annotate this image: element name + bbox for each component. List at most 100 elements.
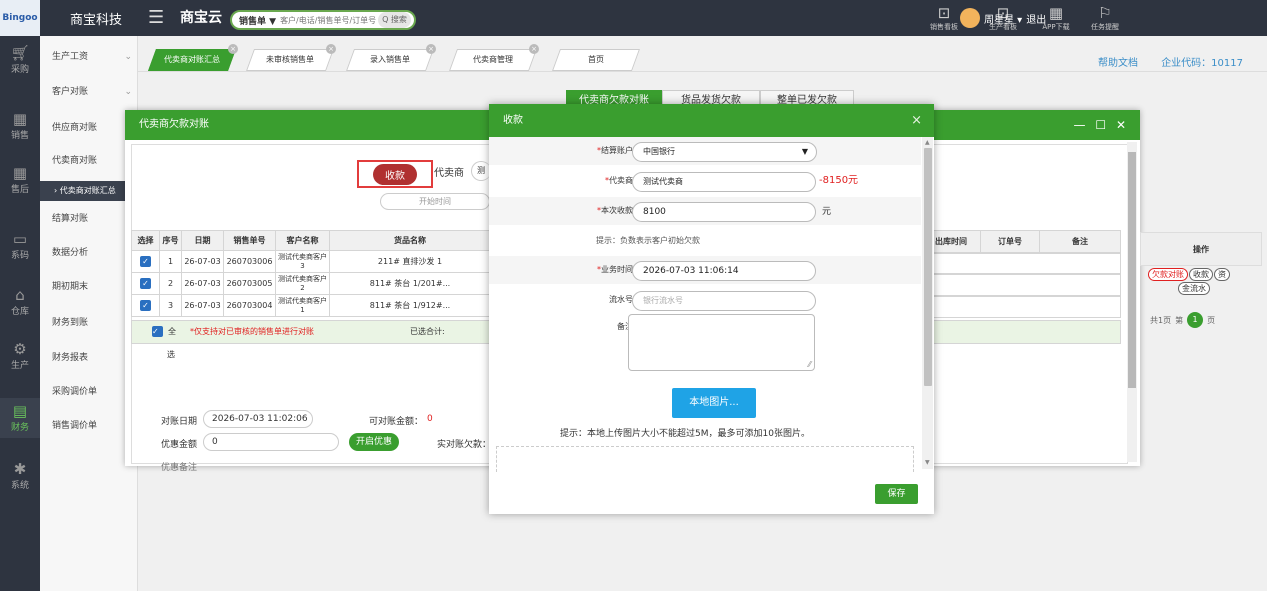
help-docs-link[interactable]: 帮助文档 [1098, 58, 1138, 69]
module-production[interactable]: ⚙ 生产 [0, 336, 40, 376]
submenu-supplier-reconcile[interactable]: 供应商对账 [40, 112, 138, 145]
dealer-select[interactable]: 测 [471, 161, 491, 181]
submenu-dealer-reconcile[interactable]: 代卖商对账 [40, 145, 138, 178]
pager: 共1页 第 1 页 [1150, 312, 1215, 328]
remark-textarea[interactable]: ⁄⁄ [628, 314, 815, 371]
submenu-settlement[interactable]: 结算对账 [40, 203, 138, 236]
upload-image-button[interactable]: 本地图片... [672, 388, 756, 418]
dealer-input[interactable]: 测试代卖商 [632, 172, 816, 192]
module-sales[interactable]: ▦ 销售 [0, 106, 40, 146]
search-button[interactable]: Q 搜索 [378, 12, 411, 28]
avatar [960, 8, 980, 28]
tab-dealer-manage[interactable]: 代卖商管理 × [448, 44, 540, 71]
enable-discount-button[interactable]: 开启优惠 [349, 433, 399, 451]
amount-input[interactable]: 8100 [632, 202, 816, 222]
discount-input[interactable]: 0 [203, 433, 339, 451]
image-drop-zone[interactable] [496, 446, 914, 472]
module-finance[interactable]: ▤ 财务 [0, 398, 40, 438]
reconcile-button[interactable]: 欠款对账 [1148, 268, 1188, 281]
minimize-icon[interactable]: — [1074, 118, 1086, 132]
pager-current[interactable]: 1 [1187, 312, 1204, 328]
tab-unreviewed-sales[interactable]: 未审核销售单 × [245, 44, 337, 71]
reconcile-date-input[interactable]: 2026-07-03 11:02:06 [203, 410, 313, 428]
row-checkbox[interactable]: ✓ [140, 256, 151, 267]
fund-button[interactable]: 资 [1214, 268, 1230, 281]
submenu-finance-arrival[interactable]: 财务到账 [40, 307, 138, 340]
submenu-purchase-price[interactable]: 采购调价单 [40, 376, 138, 409]
nav-task-reminder[interactable]: ⚐ 任务提醒 [1085, 4, 1125, 34]
dialog-controls: — ☐ ✕ [1074, 110, 1126, 140]
module-purchase[interactable]: 🛒︎ 采购 [0, 40, 40, 80]
submenu-period[interactable]: 期初期末 [40, 271, 138, 304]
tab-label: 未审核销售单 [266, 55, 314, 64]
submenu-customer-reconcile[interactable]: 客户对账 ⌄ [40, 76, 138, 109]
row-date: 26-07-03 [181, 294, 224, 317]
col-header: 客户名称 [275, 230, 330, 251]
time-row: *业务时间 2026-07-03 11:06:14 [489, 256, 921, 284]
module-aftersales[interactable]: ▦ 售后 [0, 160, 40, 200]
logout-link[interactable]: 退出 [1026, 11, 1046, 26]
module-system[interactable]: ✱ 系统 [0, 456, 40, 496]
submenu-dealer-summary[interactable]: › 代卖商对账汇总 [40, 181, 138, 201]
discount-remark-label: 优惠备注 [161, 463, 198, 473]
user-menu[interactable]: 周星星 ▾ 退出 [960, 8, 1046, 28]
row-checkbox[interactable]: ✓ [140, 278, 151, 289]
select-all-checkbox[interactable]: ✓ [152, 326, 163, 337]
row-checkbox[interactable]: ✓ [140, 300, 151, 311]
collect-button-highlight[interactable]: 收款 [357, 160, 433, 188]
service-icon: ▦ [12, 164, 28, 182]
close-icon[interactable]: × [426, 44, 437, 54]
business-time-input[interactable]: 2026-07-03 11:06:14 [632, 261, 816, 281]
maximize-icon[interactable]: ☐ [1095, 118, 1106, 132]
debt-table: 选择 序号 日期 销售单号 客户名称 货品名称 ✓ 1 26-07-03 260… [131, 230, 491, 317]
module-label: 生产 [10, 361, 29, 371]
user-name[interactable]: 周星星 ▾ [984, 11, 1022, 26]
close-icon[interactable]: × [228, 44, 239, 54]
tab-home[interactable]: 首页 [551, 49, 641, 71]
module-code[interactable]: ▭ 系码 [0, 226, 40, 266]
search-input[interactable] [280, 15, 379, 25]
save-button[interactable]: 保存 [875, 484, 918, 504]
tab-label: 代卖商对账汇总 [164, 55, 220, 64]
scroll-up-icon[interactable]: ▲ [925, 139, 930, 146]
scroll-down-icon[interactable]: ▼ [925, 459, 930, 466]
table-row[interactable]: ✓ 1 26-07-03 260703006 测试代卖商客户3 211# 直排沙… [131, 250, 491, 273]
submenu-sales-price[interactable]: 销售调价单 [40, 410, 138, 443]
module-warehouse[interactable]: ⌂ 仓库 [0, 282, 40, 322]
resize-handle-icon[interactable]: ⁄⁄ [808, 360, 811, 369]
row-seq: 3 [159, 294, 182, 317]
tab-enter-sales[interactable]: 录入销售单 × [345, 44, 437, 71]
start-time-input[interactable]: 开始时间 [380, 193, 490, 210]
close-icon[interactable]: × [529, 44, 540, 54]
submenu-finance-report[interactable]: 财务报表 [40, 342, 138, 375]
cart-icon: 🛒︎ [10, 44, 30, 62]
warehouse-icon: ⌂ [15, 286, 25, 304]
app-logo[interactable]: Bingoo [0, 0, 40, 36]
dialog-scroll-thumb[interactable] [1128, 152, 1136, 388]
close-icon[interactable]: × [326, 44, 337, 54]
close-icon[interactable]: ✕ [1116, 118, 1126, 132]
fund-flow-button[interactable]: 金流水 [1178, 282, 1210, 295]
table-row[interactable]: ✓ 3 26-07-03 260703004 测试代卖商客户1 811# 茶台 … [131, 294, 491, 317]
company-name: 商宝科技 [69, 12, 122, 28]
tab-dealer-summary[interactable]: 代卖商对账汇总 × [147, 44, 239, 71]
collect-button[interactable]: 收款 [373, 163, 417, 185]
row-customer: 测试代卖商客户2 [275, 272, 330, 295]
submenu-production-wage[interactable]: 生产工资 ⌄ [40, 41, 138, 74]
collect-dialog-scroll-thumb[interactable] [924, 148, 932, 386]
search-type-select[interactable]: 销售单 ▼ [232, 14, 280, 27]
tab-label: 录入销售单 [370, 55, 410, 64]
submenu-data-analysis[interactable]: 数据分析 [40, 237, 138, 270]
table-row[interactable]: ✓ 2 26-07-03 260703005 测试代卖商客户2 811# 茶台 … [131, 272, 491, 295]
close-icon[interactable]: × [911, 104, 922, 137]
row-customer: 测试代卖商客户1 [275, 294, 330, 317]
flag-icon: ⚐ [1098, 4, 1112, 22]
collect-row-button[interactable]: 收款 [1189, 268, 1213, 281]
submenu-label: 生产工资 [52, 52, 89, 62]
table-row-tail [921, 296, 1121, 318]
nav-label: 销售看板 [930, 23, 958, 31]
menu-icon[interactable]: ☰ [148, 9, 170, 27]
account-select[interactable]: 中国银行 ▼ [632, 142, 817, 162]
nav-sales-dashboard[interactable]: ⊡ 销售看板 [928, 4, 960, 34]
serial-input[interactable]: 银行流水号 [632, 291, 816, 311]
